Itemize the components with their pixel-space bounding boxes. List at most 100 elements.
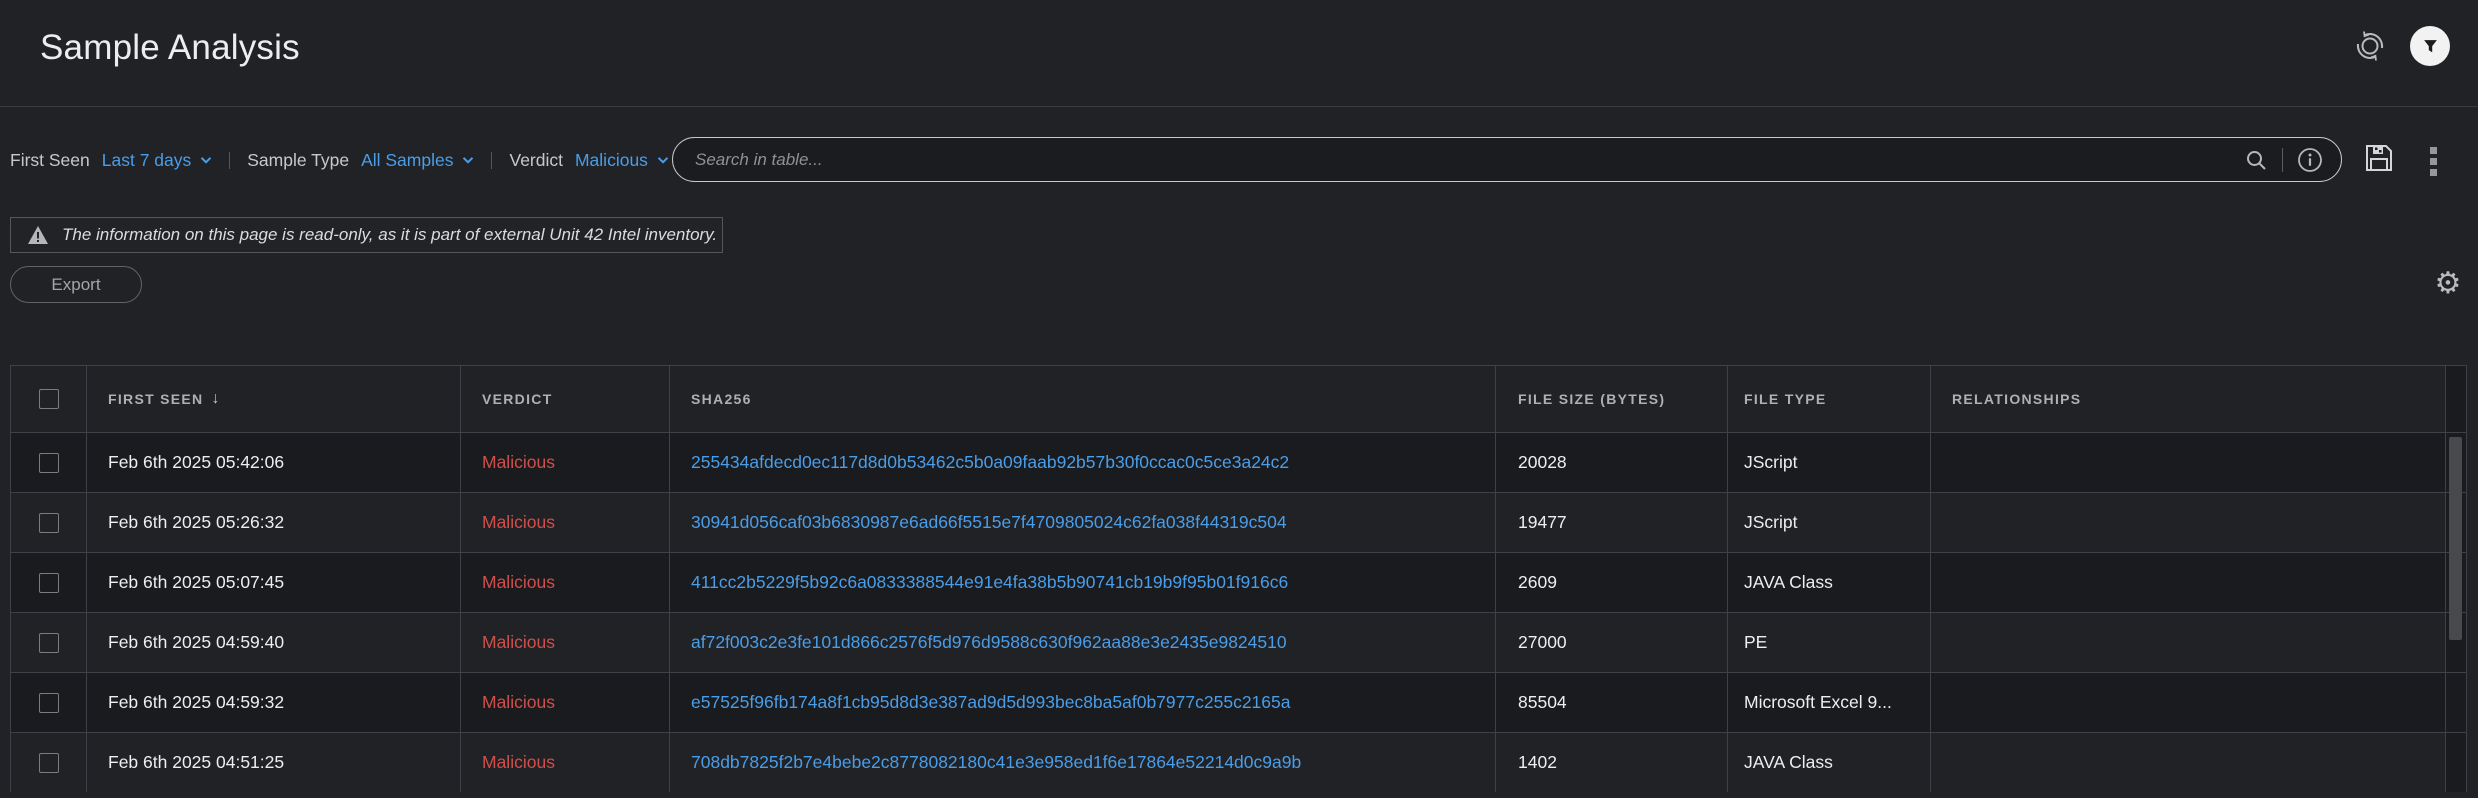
row-checkbox[interactable] (39, 633, 59, 653)
search-input[interactable] (695, 150, 2244, 170)
user-avatar[interactable] (2410, 26, 2450, 66)
cell-first-seen: Feb 6th 2025 05:26:32 (87, 493, 461, 552)
scrollbar-gutter (2446, 673, 2466, 732)
table-row[interactable]: Feb 6th 2025 05:26:32 Malicious 30941d05… (11, 492, 2466, 552)
verdict-value: Malicious (482, 572, 555, 593)
scrollbar-gutter (2446, 733, 2466, 792)
filter-funnel-icon (2422, 38, 2439, 55)
row-checkbox-cell (11, 733, 87, 792)
cell-file-size: 27000 (1496, 613, 1728, 672)
file-type-value: JAVA Class (1744, 752, 1833, 773)
top-bar-actions (2350, 26, 2450, 66)
filter-first-seen-dropdown[interactable]: Last 7 days (102, 150, 213, 171)
filter-separator (491, 152, 492, 169)
table-row[interactable]: Feb 6th 2025 04:59:40 Malicious af72f003… (11, 612, 2466, 672)
auto-refresh-button[interactable] (2350, 26, 2390, 66)
more-options-button[interactable] (2424, 141, 2443, 182)
table-settings-button[interactable]: ⚙ (2430, 266, 2466, 302)
column-header-label: SHA256 (691, 391, 752, 407)
first-seen-value: Feb 6th 2025 05:07:45 (108, 572, 284, 593)
verdict-value: Malicious (482, 692, 555, 713)
sha256-link[interactable]: af72f003c2e3fe101d866c2576f5d976d9588c63… (691, 632, 1287, 653)
first-seen-value: Feb 6th 2025 04:51:25 (108, 752, 284, 773)
filter-verdict-dropdown[interactable]: Malicious (575, 150, 669, 171)
row-checkbox[interactable] (39, 573, 59, 593)
row-checkbox-cell (11, 673, 87, 732)
cell-file-type: JAVA Class (1728, 553, 1931, 612)
table-row[interactable]: Feb 6th 2025 05:07:45 Malicious 411cc2b5… (11, 552, 2466, 612)
cell-relationships (1931, 553, 2446, 612)
sha256-link[interactable]: e57525f96fb174a8f1cb95d8d3e387ad9d5d993b… (691, 692, 1290, 713)
first-seen-value: Feb 6th 2025 05:26:32 (108, 512, 284, 533)
column-header-sha256[interactable]: SHA256 (670, 366, 1496, 432)
column-header-relationships[interactable]: Relationships (1931, 366, 2446, 432)
save-floppy-icon (2362, 141, 2396, 175)
filter-separator (229, 152, 230, 169)
file-type-value: PE (1744, 632, 1767, 653)
column-header-file-size[interactable]: File Size (Bytes) (1496, 366, 1728, 432)
column-header-file-type[interactable]: File Type (1728, 366, 1931, 432)
table-row[interactable]: Feb 6th 2025 04:59:32 Malicious e57525f9… (11, 672, 2466, 732)
cell-verdict: Malicious (461, 493, 670, 552)
column-header-verdict[interactable]: Verdict (461, 366, 670, 432)
filter-sample-type-dropdown[interactable]: All Samples (361, 150, 474, 171)
cell-verdict: Malicious (461, 553, 670, 612)
cell-file-size: 85504 (1496, 673, 1728, 732)
info-icon[interactable] (2297, 147, 2323, 173)
table-row[interactable]: Feb 6th 2025 04:51:25 Malicious 708db782… (11, 732, 2466, 792)
export-button[interactable]: Export (10, 266, 142, 303)
search-icon[interactable] (2244, 148, 2268, 172)
cell-file-type: PE (1728, 613, 1931, 672)
column-header-label: File Type (1744, 391, 1827, 407)
cell-relationships (1931, 673, 2446, 732)
verdict-value: Malicious (482, 512, 555, 533)
row-checkbox[interactable] (39, 753, 59, 773)
cell-first-seen: Feb 6th 2025 05:42:06 (87, 433, 461, 492)
filter-first-seen-label: First Seen (10, 150, 90, 171)
chevron-down-icon (200, 156, 212, 164)
filter-bar: First Seen Last 7 days Sample Type All S… (10, 137, 669, 183)
column-header-label: Verdict (482, 391, 553, 407)
sha256-link[interactable]: 255434afdecd0ec117d8d0b53462c5b0a09faab9… (691, 452, 1289, 473)
refresh-sync-icon (2352, 28, 2388, 64)
cell-file-size: 2609 (1496, 553, 1728, 612)
column-header-label: First Seen (108, 391, 203, 407)
row-checkbox[interactable] (39, 513, 59, 533)
table-row[interactable]: Feb 6th 2025 05:42:06 Malicious 255434af… (11, 432, 2466, 492)
cell-verdict: Malicious (461, 733, 670, 792)
vertical-scrollbar-thumb[interactable] (2449, 437, 2462, 640)
row-checkbox[interactable] (39, 693, 59, 713)
cell-verdict: Malicious (461, 613, 670, 672)
save-view-button[interactable] (2362, 141, 2396, 175)
chevron-down-icon (657, 156, 669, 164)
sha256-link[interactable]: 30941d056caf03b6830987e6ad66f5515e7f4709… (691, 512, 1287, 533)
first-seen-value: Feb 6th 2025 05:42:06 (108, 452, 284, 473)
first-seen-value: Feb 6th 2025 04:59:40 (108, 632, 284, 653)
cell-file-type: JAVA Class (1728, 733, 1931, 792)
file-size-value: 1402 (1518, 752, 1557, 773)
cell-first-seen: Feb 6th 2025 04:59:40 (87, 613, 461, 672)
cell-first-seen: Feb 6th 2025 05:07:45 (87, 553, 461, 612)
table-body: Feb 6th 2025 05:42:06 Malicious 255434af… (11, 432, 2466, 792)
select-all-checkbox[interactable] (39, 389, 59, 409)
search-divider (2282, 148, 2283, 172)
column-header-first-seen[interactable]: First Seen ↓ (87, 366, 461, 432)
gear-icon: ⚙ (2435, 269, 2462, 299)
cell-sha256: af72f003c2e3fe101d866c2576f5d976d9588c63… (670, 613, 1496, 672)
file-size-value: 2609 (1518, 572, 1557, 593)
cell-sha256: 411cc2b5229f5b92c6a0833388544e91e4fa38b5… (670, 553, 1496, 612)
sha256-link[interactable]: 708db7825f2b7e4bebe2c8778082180c41e3e958… (691, 752, 1301, 773)
file-size-value: 85504 (1518, 692, 1567, 713)
cell-relationships (1931, 733, 2446, 792)
cell-file-type: JScript (1728, 493, 1931, 552)
sort-desc-icon: ↓ (211, 390, 220, 408)
file-type-value: Microsoft Excel 9... (1744, 692, 1892, 713)
row-checkbox-cell (11, 553, 87, 612)
file-type-value: JScript (1744, 512, 1797, 533)
chevron-down-icon (462, 156, 474, 164)
top-bar: Sample Analysis (0, 0, 2478, 107)
table-header-row: First Seen ↓ Verdict SHA256 File Size (B… (11, 366, 2466, 432)
filter-first-seen-value: Last 7 days (102, 150, 192, 171)
row-checkbox[interactable] (39, 453, 59, 473)
sha256-link[interactable]: 411cc2b5229f5b92c6a0833388544e91e4fa38b5… (691, 572, 1288, 593)
